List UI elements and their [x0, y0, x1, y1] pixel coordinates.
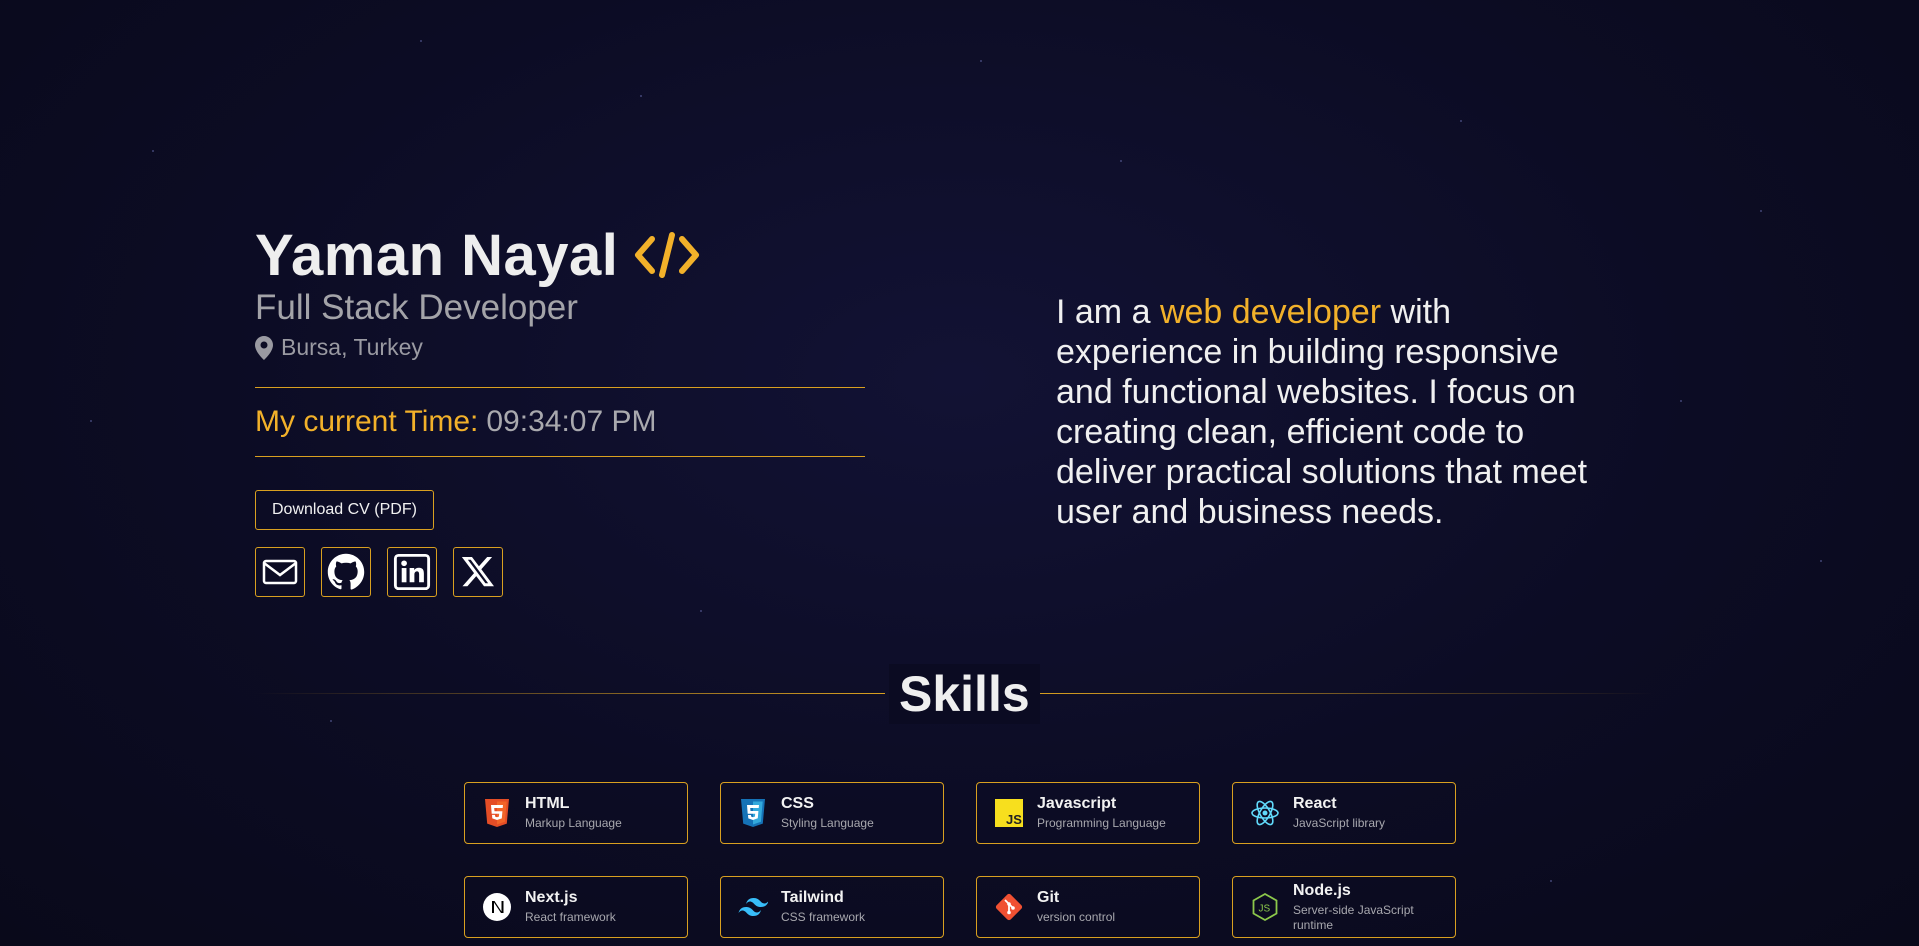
bio-highlight: web developer [1159, 293, 1382, 331]
time-value: 09:34:07 PM [486, 405, 657, 438]
svg-text:JS: JS [1006, 812, 1022, 827]
skill-name: Git [1037, 889, 1060, 906]
skill-name: Node.js [1293, 881, 1351, 899]
x-link[interactable] [453, 547, 503, 597]
skill-desc: Programming Language [1037, 816, 1166, 830]
hero-intro: Yaman Nayal Full Stack Developer Bursa, … [255, 220, 865, 597]
profile-location: Bursa, Turkey [255, 334, 865, 361]
react-icon [1249, 797, 1281, 829]
skill-card-javascript: JS Javascript Programming Language [976, 782, 1200, 844]
time-label: My current Time: [255, 405, 479, 438]
x-icon [461, 556, 494, 587]
skill-card-nodejs: JS Node.js Server-side JavaScript runtime [1232, 876, 1456, 938]
email-link[interactable] [255, 547, 305, 597]
skills-title: Skills [889, 664, 1040, 724]
skill-desc: CSS framework [781, 910, 866, 924]
skill-name: CSS [781, 795, 814, 812]
skill-desc: Markup Language [525, 816, 622, 830]
skill-desc: version control [1037, 910, 1116, 924]
git-icon [993, 891, 1025, 923]
tailwind-icon [737, 891, 769, 923]
profile-name: Yaman Nayal [255, 222, 619, 288]
bio-paragraph: I am a web developer with experience in … [1056, 292, 1616, 532]
skills-divider-right [1030, 693, 1655, 694]
current-time-row: My current Time: 09:34:07 PM [255, 388, 865, 456]
skill-card-nextjs: Next.js React framework [464, 876, 688, 938]
skill-card-git: Git version control [976, 876, 1200, 938]
location-pin-icon [255, 335, 273, 360]
skill-name: HTML [525, 795, 570, 812]
location-text: Bursa, Turkey [281, 334, 423, 360]
skill-card-tailwind: Tailwind CSS framework [720, 876, 944, 938]
skill-name: Tailwind [781, 889, 844, 906]
github-icon [327, 553, 365, 590]
mail-icon [262, 559, 298, 585]
skills-header: Skills [255, 664, 1655, 724]
skill-desc: React framework [525, 910, 616, 924]
svg-text:JS: JS [1259, 904, 1271, 915]
linkedin-link[interactable] [387, 547, 437, 597]
skill-name: Javascript [1037, 795, 1117, 812]
profile-role: Full Stack Developer [255, 288, 578, 327]
skill-card-react: React JavaScript library [1232, 782, 1456, 844]
skill-desc: Styling Language [781, 816, 874, 830]
html5-icon [481, 797, 513, 829]
skill-name: React [1293, 795, 1337, 812]
css3-icon [737, 797, 769, 829]
skills-divider-left [255, 693, 885, 694]
skill-desc: JavaScript library [1293, 816, 1386, 830]
social-links [255, 547, 865, 597]
skill-card-css: CSS Styling Language [720, 782, 944, 844]
javascript-icon: JS [993, 797, 1025, 829]
skills-grid: HTML Markup Language CSS Styling Language … [464, 782, 1456, 938]
nodejs-icon: JS [1249, 891, 1281, 923]
linkedin-icon [393, 553, 431, 591]
divider-bottom [255, 456, 865, 457]
skill-desc: Server-side JavaScript runtime [1293, 902, 1414, 932]
bio-prefix: I am a [1056, 293, 1160, 331]
code-icon [635, 232, 700, 278]
skill-card-html: HTML Markup Language [464, 782, 688, 844]
github-link[interactable] [321, 547, 371, 597]
download-cv-button[interactable]: Download CV (PDF) [255, 490, 434, 530]
skill-name: Next.js [525, 889, 578, 906]
nextjs-icon [481, 891, 513, 923]
